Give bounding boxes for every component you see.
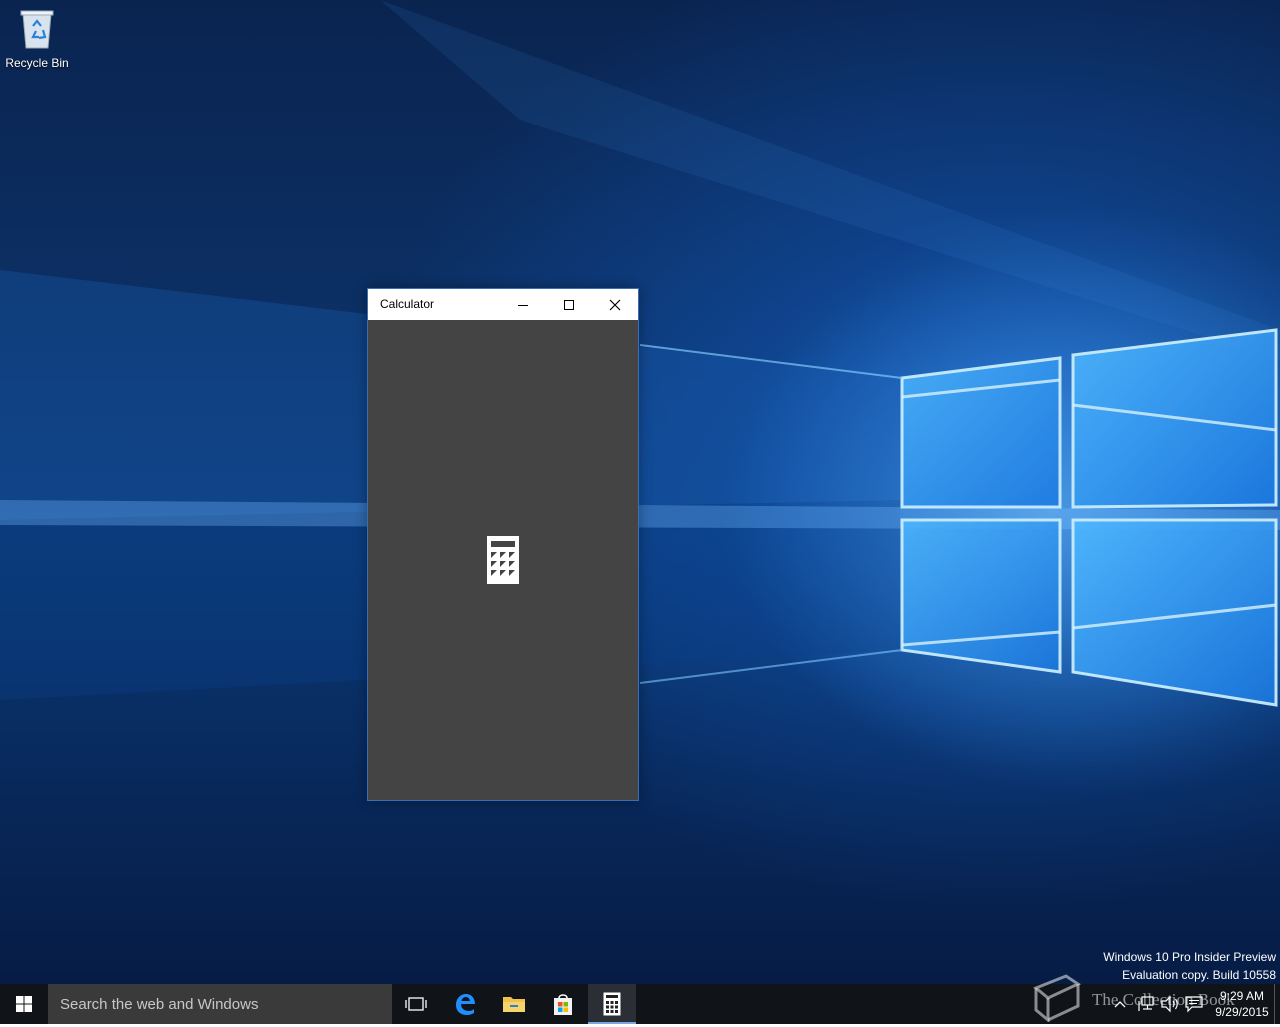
calculator-taskbar-button[interactable] [588,984,636,1024]
watermark-build: Evaluation copy. Build 10558 [1122,968,1276,982]
collection-book-text: The Collection Book [1092,990,1235,1009]
maximize-button[interactable] [546,289,592,320]
task-view-button[interactable] [392,984,440,1024]
start-button[interactable] [0,984,48,1024]
taskbar: Search the web and Windows 9:29 AM 9/29/… [0,984,1280,1024]
recycle-bin-label: Recycle Bin [5,56,69,70]
calculator-splash [486,535,520,590]
folder-icon [503,997,525,1012]
file-explorer-button[interactable] [490,984,538,1024]
close-button[interactable] [592,289,638,320]
calculator-titlebar[interactable]: Calculator [368,289,638,320]
store-icon [554,994,572,1015]
edge-icon [456,994,475,1015]
wallpaper [0,0,1280,770]
search-box[interactable]: Search the web and Windows [48,984,392,1024]
maximize-icon [564,299,574,310]
book-icon [1033,974,1082,1024]
store-button[interactable] [539,984,587,1024]
minimize-icon [518,304,528,306]
windows-logo-icon [16,996,32,1012]
calculator-icon [603,992,621,1016]
calculator-window[interactable]: Calculator [367,288,639,801]
calculator-icon [487,536,519,584]
collection-book-logo [1030,974,1082,1027]
window-title: Calculator [380,297,435,311]
recycle-bin-shortcut[interactable]: Recycle Bin [2,6,72,76]
desktop[interactable]: Recycle Bin Windows 10 Pro Insider Previ… [0,0,1280,984]
recycle-bin-icon [20,10,54,49]
minimize-button[interactable] [500,289,546,320]
task-view-icon [405,997,427,1011]
watermark-edition: Windows 10 Pro Insider Preview [1103,950,1276,964]
close-icon [609,299,621,310]
edge-button[interactable] [441,984,489,1024]
windows-watermark: Windows 10 Pro Insider Preview Evaluatio… [1103,948,1276,984]
search-placeholder: Search the web and Windows [60,995,259,1013]
show-desktop-button[interactable] [1274,984,1280,1024]
